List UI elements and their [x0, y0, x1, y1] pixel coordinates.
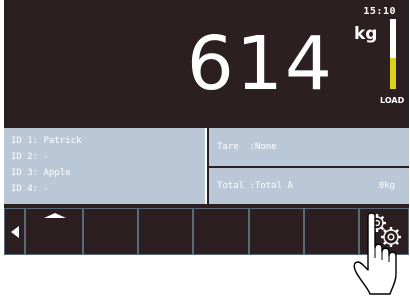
id-line-2: ID 2: - — [11, 152, 49, 162]
scroll-up-button[interactable] — [25, 208, 83, 255]
load-bar — [390, 19, 396, 89]
clock: 15:10 — [363, 6, 396, 17]
softkey-5[interactable] — [193, 208, 249, 255]
softkey-3[interactable] — [83, 208, 138, 255]
triangle-left-icon — [11, 226, 19, 238]
id-line-4: ID 4: - — [11, 184, 49, 194]
tare-panel[interactable]: Tare :None — [209, 128, 409, 166]
softkey-7[interactable] — [304, 208, 359, 255]
triangle-up-icon — [44, 213, 66, 218]
back-button[interactable] — [4, 208, 25, 255]
total-value: 0kg — [378, 181, 395, 191]
tare-text: Tare :None — [217, 142, 277, 152]
load-bar-fill — [390, 57, 396, 89]
load-label: LOAD — [380, 96, 405, 105]
pointing-hand-icon — [353, 212, 397, 295]
id-line-1: ID 1: Patrick — [11, 136, 82, 146]
weight-unit: kg — [354, 24, 378, 44]
id-panel[interactable]: ID 1: Patrick ID 2: - ID 3: Apple ID 4: … — [4, 128, 207, 204]
id-line-3: ID 3: Apple — [11, 168, 71, 178]
total-panel[interactable]: Total :Total A 0kg — [209, 168, 409, 204]
weight-readout: 614 — [186, 21, 334, 107]
total-text: Total :Total A — [217, 181, 293, 191]
softkey-4[interactable] — [138, 208, 193, 255]
softkey-6[interactable] — [249, 208, 304, 255]
